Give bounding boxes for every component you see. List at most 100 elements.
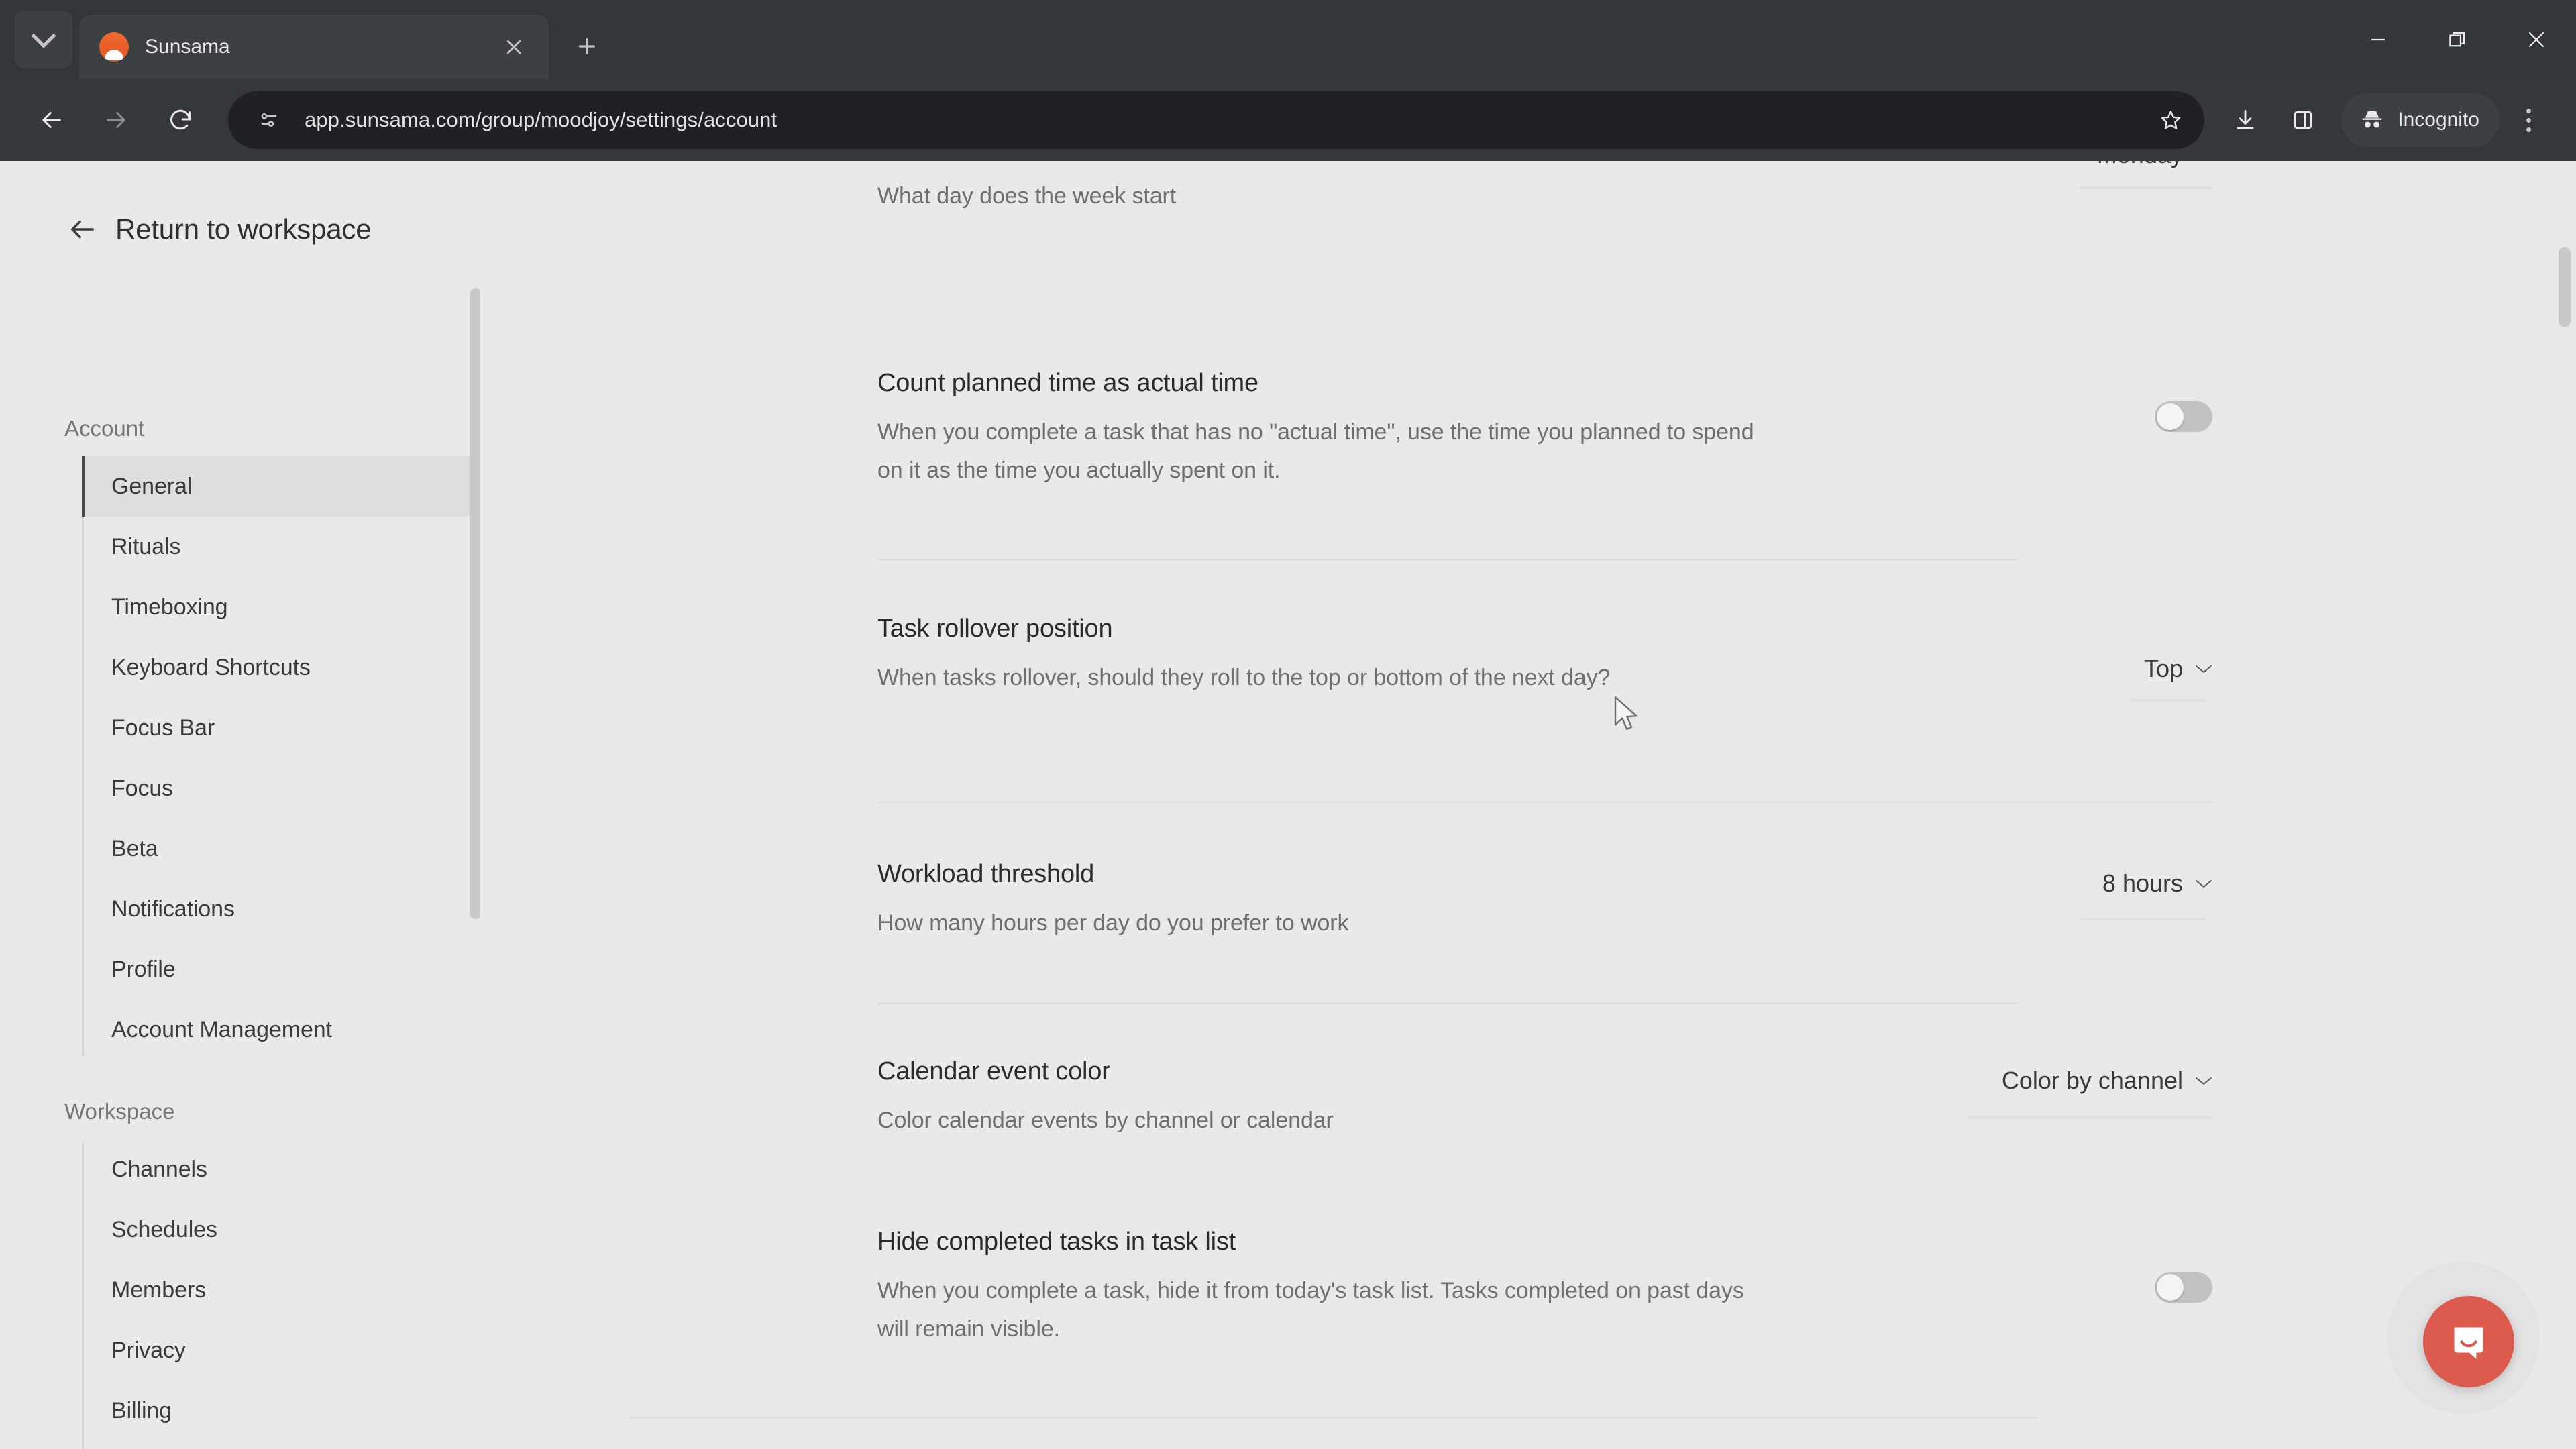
select-underline — [2078, 186, 2212, 189]
task-rollover-position-select[interactable]: Top — [2144, 655, 2212, 683]
sidebar-item-notifications[interactable]: Notifications — [82, 879, 480, 939]
sidebar-item-profile[interactable]: Profile — [82, 939, 480, 1000]
setting-description: When you complete a task, hide it from t… — [877, 1277, 1744, 1342]
close-icon[interactable] — [2497, 0, 2576, 79]
nav-group-title-workspace: Workspace — [64, 1099, 175, 1124]
mouse-cursor — [1613, 695, 1642, 734]
close-icon[interactable] — [496, 30, 531, 64]
minimize-icon[interactable] — [2339, 0, 2418, 79]
forward-button[interactable] — [87, 91, 145, 149]
page-scrollbar[interactable] — [2559, 247, 2571, 327]
side-panel-icon[interactable] — [2274, 91, 2332, 149]
setting-task-rollover-position: Task rollover position When tasks rollov… — [877, 613, 2212, 803]
downloads-button[interactable] — [2216, 91, 2274, 149]
intercom-chat-icon — [2454, 1327, 2483, 1359]
start-of-week-value: Monday — [2097, 161, 2183, 169]
nav-group-account: Account General Rituals Timeboxing Keybo… — [0, 416, 480, 1060]
setting-description: What day does the week start — [877, 182, 1177, 209]
sidebar-scrollbar[interactable] — [470, 288, 480, 919]
setting-description: Color calendar events by channel or cale… — [877, 1107, 1334, 1133]
calendar-event-color-value: Color by channel — [2001, 1067, 2183, 1094]
sidebar-item-account-management[interactable]: Account Management — [82, 1000, 480, 1060]
browser-window: Sunsama app.sunsama.com/group/moodjoy/se… — [0, 0, 2576, 1449]
hide-completed-tasks-toggle[interactable] — [2155, 1272, 2212, 1303]
tab-strip: Sunsama — [0, 0, 2576, 79]
sidebar-item-general[interactable]: General — [82, 456, 480, 517]
chevron-down-icon — [2195, 664, 2212, 674]
sidebar-item-keyboard-shortcuts[interactable]: Keyboard Shortcuts — [82, 637, 480, 698]
browser-tab[interactable]: Sunsama — [79, 15, 549, 79]
count-planned-time-toggle[interactable] — [2155, 401, 2212, 432]
incognito-icon — [2363, 111, 2382, 128]
section-divider — [629, 1417, 2038, 1419]
sidebar-nav: Account General Rituals Timeboxing Keybo… — [0, 416, 480, 1449]
toggle-knob — [2157, 1274, 2184, 1301]
kebab-menu-icon[interactable] — [2504, 91, 2553, 149]
setting-calendar-event-color: Calendar event color Color calendar even… — [877, 1056, 2212, 1140]
settings-sidebar: Return to workspace Account General Ritu… — [0, 161, 480, 1449]
setting-title: Start of week — [877, 161, 1776, 164]
sidebar-item-channels[interactable]: Channels — [82, 1139, 480, 1199]
chevron-down-icon — [2195, 879, 2212, 889]
setting-title: Calendar event color — [877, 1057, 1110, 1085]
address-bar[interactable]: app.sunsama.com/group/moodjoy/settings/a… — [228, 91, 2205, 149]
sidebar-item-rituals[interactable]: Rituals — [82, 517, 480, 577]
incognito-indicator[interactable]: Incognito — [2341, 93, 2500, 147]
sidebar-item-schedules[interactable]: Schedules — [82, 1199, 480, 1260]
section-divider — [877, 801, 2212, 803]
url-text: app.sunsama.com/group/moodjoy/settings/a… — [305, 108, 777, 131]
calendar-event-color-select[interactable]: Color by channel — [2002, 1067, 2212, 1095]
setting-title: Hide completed tasks in task list — [877, 1228, 1236, 1256]
nav-group-title-account: Account — [64, 416, 145, 441]
setting-workload-threshold: Workload threshold How many hours per da… — [877, 859, 2212, 1004]
select-underline — [2081, 918, 2206, 920]
chevron-down-icon — [31, 23, 56, 48]
back-button[interactable] — [23, 91, 80, 149]
page-viewport: Return to workspace Account General Ritu… — [0, 161, 2576, 1449]
nav-group-workspace: Workspace Channels Schedules Members Pri… — [0, 1099, 480, 1449]
tab-title: Sunsama — [145, 36, 230, 58]
tab-search-button[interactable] — [15, 11, 72, 68]
select-underline — [1968, 1116, 2212, 1119]
restore-icon[interactable] — [2418, 0, 2497, 79]
sidebar-item-privacy[interactable]: Privacy — [82, 1320, 480, 1381]
sidebar-item-beta[interactable]: Beta — [82, 818, 480, 879]
setting-title: Count planned time as actual time — [877, 369, 1258, 397]
setting-title: Task rollover position — [877, 614, 1113, 643]
reload-button[interactable] — [152, 91, 209, 149]
sidebar-item-workspace-management[interactable]: Workspace — [82, 1441, 480, 1449]
setting-hide-completed-tasks: Hide completed tasks in task list When y… — [629, 1226, 2212, 1419]
sidebar-item-billing[interactable]: Billing — [82, 1381, 480, 1441]
nav-list-workspace: Channels Schedules Members Privacy Billi… — [0, 1139, 480, 1449]
return-to-workspace-label: Return to workspace — [115, 213, 372, 245]
window-controls — [2339, 0, 2576, 79]
setting-title: Workload threshold — [877, 860, 1095, 888]
sidebar-item-members[interactable]: Members — [82, 1260, 480, 1320]
start-of-week-select[interactable]: Monday — [2097, 161, 2212, 169]
setting-count-planned-time: Count planned time as actual time When y… — [877, 368, 2212, 561]
setting-description: When tasks rollover, should they roll to… — [877, 664, 1611, 690]
arrow-left-icon — [67, 214, 98, 245]
workload-threshold-select[interactable]: 8 hours — [2102, 869, 2212, 898]
select-underline — [2131, 699, 2206, 702]
sidebar-item-timeboxing[interactable]: Timeboxing — [82, 577, 480, 637]
setting-description: When you complete a task that has no "ac… — [877, 419, 1754, 484]
star-icon[interactable] — [2147, 96, 2195, 144]
nav-group-spacer — [0, 1060, 480, 1099]
section-divider — [877, 1002, 2018, 1004]
intercom-launcher-button[interactable] — [2423, 1296, 2514, 1387]
chevron-down-icon — [2195, 1076, 2212, 1086]
sidebar-item-focus[interactable]: Focus — [82, 758, 480, 818]
nav-list-account: General Rituals Timeboxing Keyboard Shor… — [0, 456, 480, 1060]
site-settings-icon[interactable] — [248, 99, 290, 141]
return-to-workspace-button[interactable]: Return to workspace — [0, 161, 480, 246]
new-tab-button[interactable] — [561, 20, 613, 72]
settings-content: Start of week What day does the week sta… — [480, 161, 2576, 1449]
section-divider — [877, 559, 2018, 561]
omnibox-actions — [2147, 96, 2195, 144]
incognito-label: Incognito — [2398, 109, 2479, 131]
sunsama-logo-icon — [99, 32, 129, 62]
setting-description: How many hours per day do you prefer to … — [877, 910, 1349, 936]
sidebar-item-focus-bar[interactable]: Focus Bar — [82, 698, 480, 758]
setting-start-of-week: Start of week What day does the week sta… — [877, 161, 2212, 215]
